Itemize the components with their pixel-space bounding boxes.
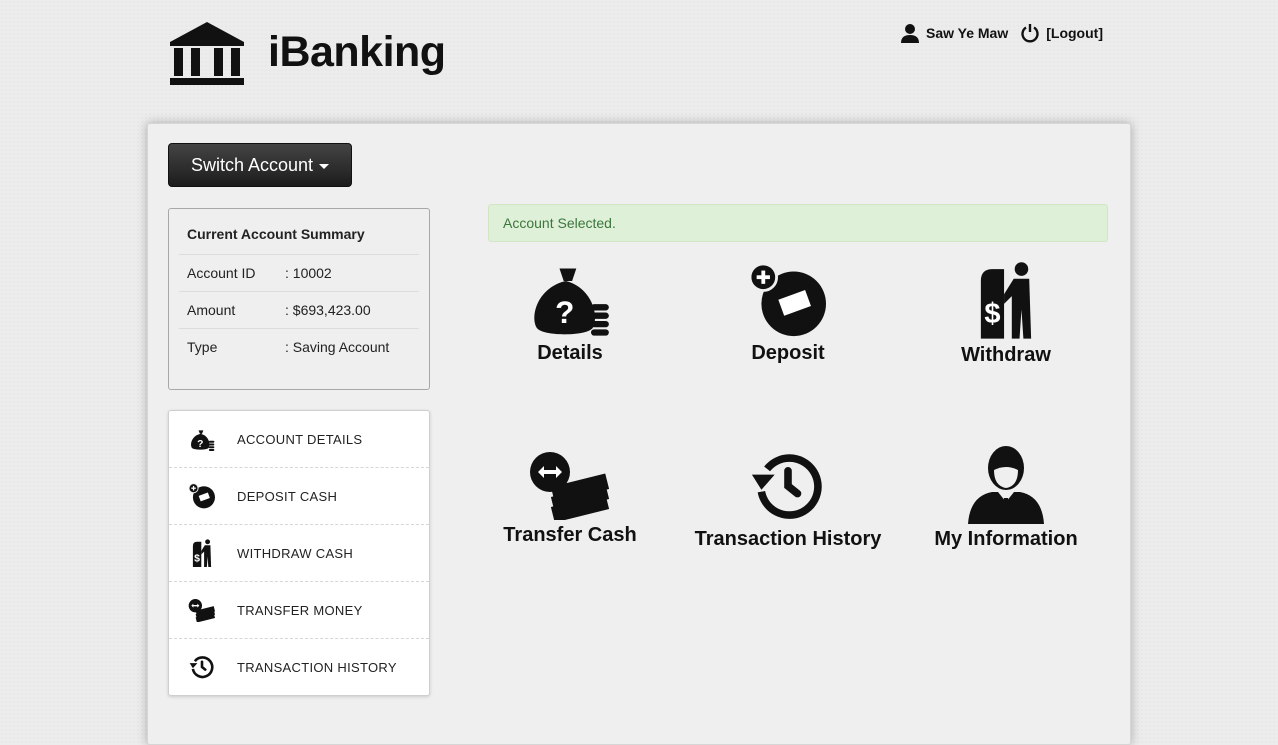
history-icon [751, 454, 822, 519]
tile-label: Withdraw [961, 344, 1051, 366]
status-alert: Account Selected. [488, 204, 1108, 242]
summary-label: Amount [187, 302, 236, 318]
svg-text:$: $ [194, 552, 200, 564]
tile-withdraw[interactable]: $ Withdraw [906, 260, 1106, 367]
transfer-icon [187, 595, 217, 625]
history-icon [187, 652, 217, 682]
summary-title: Current Account Summary [179, 209, 419, 255]
tile-transfer-cash[interactable]: Transfer Cash [470, 450, 670, 547]
summary-value: : Saving Account [285, 339, 390, 355]
atm-withdraw-icon: $ [187, 538, 217, 568]
svg-text:?: ? [555, 294, 574, 330]
svg-text:$: $ [984, 298, 1000, 330]
user-bar: Saw Ye Maw [Logout] [900, 22, 1103, 44]
account-summary: Current Account Summary Account ID : 100… [168, 208, 430, 390]
summary-row: Amount : $693,423.00 [179, 292, 419, 329]
menu-item-deposit-cash[interactable]: DEPOSIT CASH [169, 468, 429, 525]
switch-account-button[interactable]: Switch Account [168, 143, 352, 187]
menu-item-transaction-history[interactable]: TRANSACTION HISTORY [169, 639, 429, 695]
user-name[interactable]: Saw Ye Maw [926, 25, 1008, 41]
brand-logo[interactable]: iBanking [168, 20, 446, 86]
brand-name: iBanking [268, 27, 446, 76]
menu-item-label: WITHDRAW CASH [237, 545, 354, 561]
menu-item-label: TRANSACTION HISTORY [237, 659, 397, 675]
logout-link[interactable]: [Logout] [1046, 25, 1103, 41]
deposit-icon [748, 262, 826, 337]
summary-value: : $693,423.00 [285, 302, 371, 318]
menu-item-account-details[interactable]: ? ACCOUNT DETAILS [169, 411, 429, 468]
summary-label: Account ID [187, 265, 256, 281]
tile-my-information[interactable]: My Information [906, 444, 1106, 551]
menu-item-label: ACCOUNT DETAILS [237, 431, 363, 447]
tile-transaction-history[interactable]: Transaction History [688, 448, 888, 551]
summary-row: Type : Saving Account [179, 329, 419, 365]
menu-item-label: TRANSFER MONEY [237, 602, 363, 618]
user-icon [901, 24, 919, 43]
tile-details[interactable]: ? Details [470, 264, 670, 365]
transfer-icon [530, 452, 610, 520]
menu-item-withdraw-cash[interactable]: $ WITHDRAW CASH [169, 525, 429, 582]
power-icon[interactable] [1020, 23, 1040, 43]
caret-down-icon [319, 163, 330, 169]
menu-item-label: DEPOSIT CASH [237, 488, 338, 504]
menu-item-transfer-money[interactable]: TRANSFER MONEY [169, 582, 429, 639]
tile-label: Transfer Cash [503, 524, 637, 546]
person-icon [968, 446, 1044, 524]
svg-text:?: ? [197, 439, 203, 450]
tile-label: Transaction History [694, 528, 882, 550]
tile-label: Details [537, 342, 603, 364]
money-bag-icon: ? [187, 424, 217, 454]
side-menu: ? ACCOUNT DETAILS DEPOSIT CASH $ WITHDRA… [168, 410, 430, 696]
tile-label: Deposit [751, 342, 825, 364]
main-panel: Switch Account Current Account Summary A… [147, 123, 1131, 745]
tile-deposit[interactable]: Deposit [688, 262, 888, 365]
tile-label: My Information [934, 528, 1078, 550]
summary-row: Account ID : 10002 [179, 255, 419, 292]
alert-text: Account Selected. [503, 215, 616, 231]
bank-icon [170, 22, 244, 85]
summary-label: Type [187, 339, 218, 355]
money-bag-icon: ? [534, 268, 609, 336]
deposit-icon [187, 481, 217, 511]
switch-account-label: Switch Account [190, 154, 314, 175]
atm-withdraw-icon: $ [980, 262, 1032, 339]
summary-value: : 10002 [285, 265, 332, 281]
